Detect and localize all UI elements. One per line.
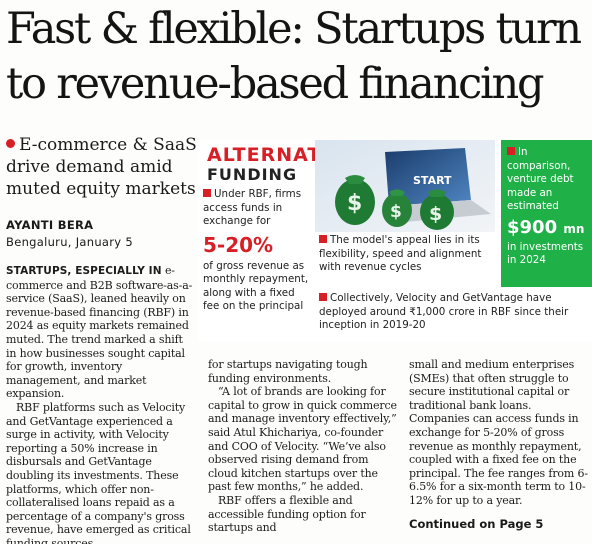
column1-p1-text: e-commerce and B2B software-as-a-service… [6, 264, 193, 401]
red-square-bullet-icon [319, 293, 327, 301]
column3-paragraph-1: small and medium enterprises (SMEs) that… [409, 358, 588, 507]
red-square-bullet-icon [319, 235, 327, 243]
rbf-percentage: 5-20% [203, 232, 274, 257]
illustration-start-label: START [413, 174, 452, 187]
red-square-bullet-icon [507, 147, 515, 155]
article-column-3: small and medium enterprises (SMEs) that… [409, 358, 589, 508]
headline-line-2: to revenue-based financing [6, 59, 545, 109]
venture-debt-intro-text: In comparison, venture debt made an esti… [507, 146, 574, 212]
money-bags-laptop-illustration: START $ $ $ [315, 140, 495, 232]
headline-line-1: Fast & flexible: Startups turn [6, 4, 582, 54]
lead-in: STARTUPS, ESPECIALLY IN [6, 265, 162, 277]
rbf-point-intro: Under RBF, firms access funds in exchang… [203, 188, 302, 227]
dateline: Bengaluru, January 5 [6, 235, 133, 249]
headline: Fast & flexible: Startups turn to revenu… [6, 2, 590, 112]
column2-paragraph-1: for startups navigating tough funding en… [208, 358, 368, 385]
venture-debt-intro: In comparison, venture debt made an esti… [507, 146, 586, 214]
column2-paragraph-2: “A lot of brands are looking for capital… [208, 385, 397, 494]
svg-text:$: $ [390, 202, 402, 222]
red-square-bullet-icon [203, 189, 211, 197]
infobox-appeal-point: The model's appeal lies in its flexibili… [319, 234, 497, 275]
venture-debt-unit: mn [563, 221, 585, 236]
infobox-rbf-point: Under RBF, firms access funds in exchang… [203, 188, 311, 314]
column1-paragraph-2: RBF platforms such as Velocity and GetVa… [6, 400, 191, 544]
venture-debt-callout: In comparison, venture debt made an esti… [501, 140, 592, 287]
appeal-text: The model's appeal lies in its flexibili… [319, 234, 482, 273]
column1-paragraph-1: STARTUPS, ESPECIALLY IN e-commerce and B… [6, 264, 196, 401]
venture-debt-value: $900 [507, 216, 558, 238]
deck: E-commerce & SaaS drive demand amid mute… [6, 134, 202, 200]
venture-debt-outro: in investments in 2024 [507, 240, 584, 267]
infobox-deployment-point: Collectively, Velocity and GetVantage ha… [319, 292, 589, 333]
column2-paragraph-3: RBF offers a flexible and accessible fun… [208, 493, 366, 535]
red-bullet-icon [6, 139, 15, 148]
rbf-point-detail: of gross revenue as monthly repayment, a… [203, 259, 309, 313]
svg-text:$: $ [347, 191, 362, 216]
continued-on-page[interactable]: Continued on Page 5 [409, 517, 543, 531]
deployment-text: Collectively, Velocity and GetVantage ha… [319, 292, 569, 331]
author-name: AYANTI BERA [6, 218, 94, 232]
article-column-1: STARTUPS, ESPECIALLY IN e-commerce and B… [6, 264, 196, 544]
deck-text: E-commerce & SaaS drive demand amid mute… [6, 135, 197, 199]
byline: AYANTI BERA Bengaluru, January 5 [6, 218, 133, 249]
venture-debt-amount: $900 mn [507, 217, 586, 240]
svg-text:$: $ [429, 203, 442, 225]
article-column-2: for startups navigating tough funding en… [208, 358, 398, 535]
